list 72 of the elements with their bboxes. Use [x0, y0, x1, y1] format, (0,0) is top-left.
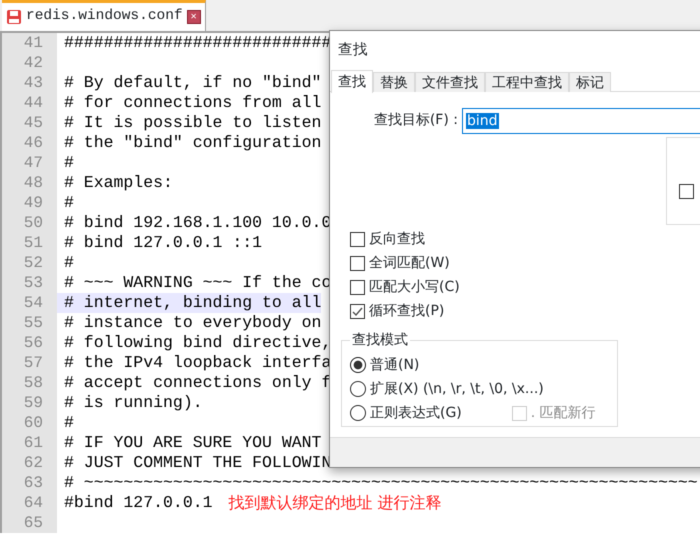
code-line: # Examples:: [63, 173, 173, 193]
line-number: 46: [2, 133, 57, 153]
file-tab[interactable]: redis.windows.conf ✕: [2, 0, 206, 31]
line-number: 56: [2, 333, 57, 353]
option-label: 正则表达式(G): [370, 404, 462, 422]
option-label: 匹配大小写(C): [369, 278, 460, 296]
code-line: # JUST COMMENT THE FOLLOWIN: [63, 453, 332, 473]
dialog-tab[interactable]: 查找: [331, 70, 373, 93]
option-label: 反向查找: [369, 230, 425, 248]
dialog-tab[interactable]: 标记: [569, 72, 611, 92]
code-line: #: [63, 193, 74, 213]
line-number: 42: [2, 53, 57, 73]
option-label: 循环查找(P): [369, 302, 444, 320]
line-number: 48: [2, 173, 57, 193]
dialog-tab[interactable]: 文件查找: [415, 72, 485, 92]
line-number: 49: [2, 193, 57, 213]
dialog-tab[interactable]: 工程中查找: [485, 72, 569, 92]
code-line: #bind 127.0.0.1: [63, 493, 213, 513]
line-number: 52: [2, 253, 57, 273]
line-number: 65: [2, 513, 57, 533]
line-number: 43: [2, 73, 57, 93]
code-line: # By default, if no "bind": [63, 73, 322, 93]
radio-button[interactable]: [350, 357, 366, 374]
find-field[interactable]: bind: [462, 108, 700, 134]
code-line: #: [63, 413, 74, 433]
line-number: 45: [2, 113, 57, 133]
line-number: 50: [2, 213, 57, 233]
option-label: 普通(N): [370, 356, 420, 374]
code-line: #: [63, 253, 74, 273]
line-number: 59: [2, 393, 57, 413]
code-line: # IF YOU ARE SURE YOU WANT: [63, 433, 322, 453]
close-button[interactable]: ✕: [186, 10, 201, 24]
code-line: #: [63, 153, 74, 173]
option-label: 全词匹配(W): [369, 254, 450, 272]
code-line: # bind 127.0.0.1 ::1: [63, 233, 262, 253]
find-label: 查找目标(F) :: [372, 111, 458, 130]
line-number: 60: [2, 413, 57, 433]
code-line: # the IPv4 loopback interfa: [63, 353, 332, 373]
line-number: 47: [2, 153, 57, 173]
checkbox[interactable]: [350, 232, 365, 247]
radio-button[interactable]: [350, 405, 366, 422]
line-number: 41: [2, 33, 57, 53]
line-number: 62: [2, 453, 57, 473]
line-number: 57: [2, 353, 57, 373]
line-number: 61: [2, 433, 57, 453]
checkbox[interactable]: [350, 256, 365, 271]
code-line: # instance to everybody on: [63, 313, 322, 333]
code-line: # ~~~~~~~~~~~~~~~~~~~~~~~~~~~~~~~~~~~~~~~~~~~~~~~~~~~~~~~~~~~~~~: [63, 473, 698, 493]
line-number: 63: [2, 473, 57, 493]
line-number: 44: [2, 93, 57, 113]
dialog-tab[interactable]: 替换: [373, 72, 415, 92]
code-line: # the "bind" configuration: [63, 133, 322, 153]
line-number: 55: [2, 313, 57, 333]
code-line: # It is possible to listen: [63, 113, 322, 133]
code-line: ###########################: [63, 33, 332, 53]
code-line: # following bind directive,: [63, 333, 332, 353]
save-icon: [6, 9, 22, 25]
checkbox[interactable]: [679, 184, 694, 199]
code-line: # for connections from all: [63, 93, 322, 113]
line-number: 54: [2, 293, 57, 313]
dialog-title: 查找: [337, 41, 369, 60]
line-number: 53: [2, 273, 57, 293]
radio-button[interactable]: [350, 381, 366, 398]
checkbox[interactable]: [350, 304, 365, 319]
checkbox[interactable]: [350, 280, 365, 295]
option-label: . 匹配新行: [530, 404, 596, 422]
code-line: # is running).: [63, 393, 203, 413]
line-number: 64: [2, 493, 57, 513]
line-number: 58: [2, 373, 57, 393]
line-number: 51: [2, 233, 57, 253]
annotation-text: 找到默认绑定的地址 进行注释: [228, 493, 442, 513]
option-label: 扩展(X) (\n, \r, \t, \0, \x...): [370, 380, 544, 398]
